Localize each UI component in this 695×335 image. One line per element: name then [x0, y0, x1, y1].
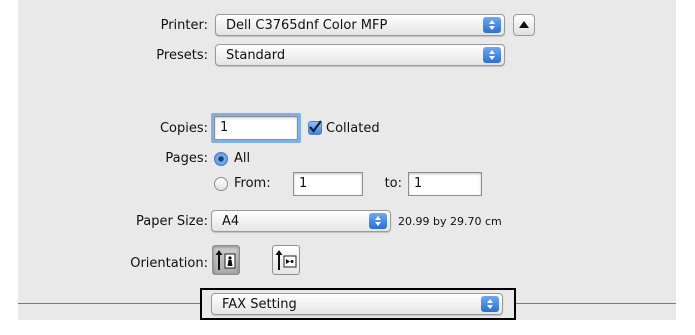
paper-size-label: Paper Size:	[135, 214, 208, 229]
updown-arrows-icon	[483, 47, 501, 63]
section-menu-value: FAX Setting	[222, 297, 297, 312]
collated-checkbox[interactable]	[308, 120, 322, 135]
updown-arrows-icon	[481, 296, 499, 312]
portrait-orientation-icon	[215, 250, 236, 270]
updown-arrows-icon	[483, 17, 501, 33]
landscape-orientation-icon	[275, 250, 297, 270]
separator-right	[514, 303, 676, 304]
presets-label: Presets:	[156, 48, 208, 63]
printer-value: Dell C3765dnf Color MFP	[226, 18, 388, 33]
checkmark-icon	[309, 120, 322, 133]
disclosure-button[interactable]	[513, 14, 535, 36]
orientation-label: Orientation:	[130, 256, 208, 271]
printer-popup[interactable]: Dell C3765dnf Color MFP	[215, 14, 505, 36]
pages-from-radio[interactable]	[214, 177, 228, 191]
section-menu-popup[interactable]: FAX Setting	[211, 293, 503, 315]
landscape-button[interactable]	[272, 245, 300, 275]
presets-value: Standard	[226, 48, 286, 63]
pages-label: Pages:	[165, 151, 208, 166]
paper-dimensions: 20.99 by 29.70 cm	[398, 215, 502, 228]
printer-label: Printer:	[160, 18, 208, 33]
pages-from-field[interactable]: 1	[293, 172, 363, 196]
updown-arrows-icon	[369, 213, 387, 229]
paper-size-popup[interactable]: A4	[211, 210, 391, 232]
pages-from-value: 1	[299, 176, 308, 191]
copies-field[interactable]: 1	[214, 116, 298, 140]
pages-from-label: From:	[234, 176, 271, 191]
paper-size-value: A4	[222, 214, 240, 229]
copies-label: Copies:	[159, 121, 208, 136]
pages-to-field[interactable]: 1	[408, 172, 482, 196]
separator-left	[18, 303, 200, 304]
presets-popup[interactable]: Standard	[215, 44, 505, 66]
copies-value: 1	[220, 120, 229, 135]
pages-all-label: All	[234, 151, 251, 166]
print-dialog: Printer: Dell C3765dnf Color MFP Presets…	[18, 0, 676, 320]
pages-all-radio[interactable]	[214, 152, 228, 166]
collated-label: Collated	[326, 121, 380, 136]
portrait-button[interactable]	[212, 245, 240, 275]
pages-to-label: to:	[384, 176, 402, 191]
triangle-up-icon	[519, 21, 529, 28]
pages-to-value: 1	[414, 176, 423, 191]
